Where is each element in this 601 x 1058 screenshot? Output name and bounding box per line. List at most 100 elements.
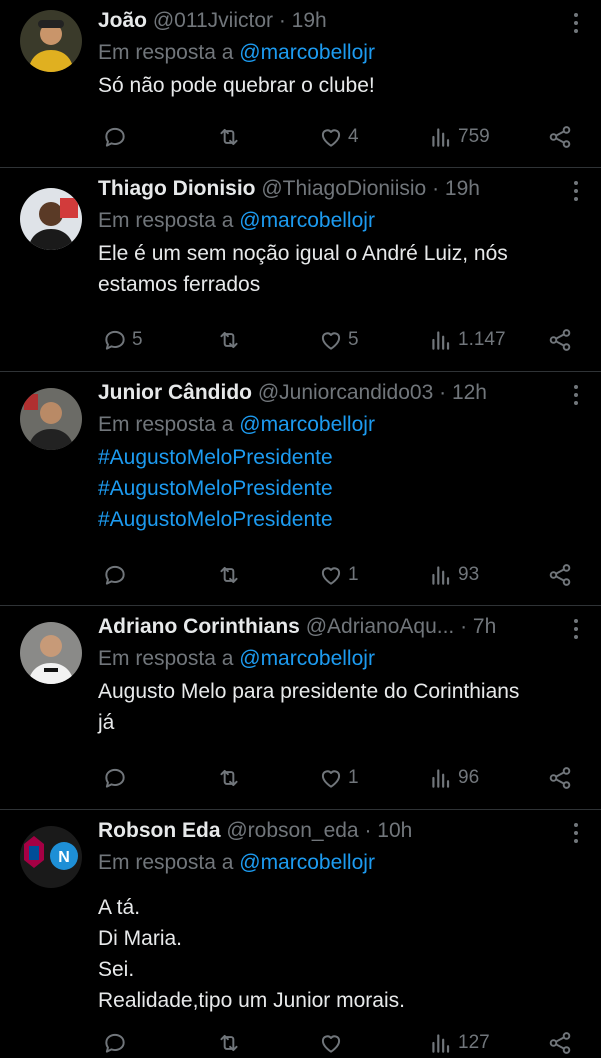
reply-icon bbox=[102, 765, 128, 791]
retweet-icon bbox=[216, 765, 242, 791]
like-button[interactable]: 1 bbox=[318, 560, 359, 590]
like-button[interactable]: 5 bbox=[318, 325, 359, 355]
tweet-text-line: Ele é um sem noção igual o André Luiz, n… bbox=[98, 242, 508, 265]
reply-context: Em resposta a @marcobellojr bbox=[98, 206, 587, 236]
tweet-actions: 1 93 bbox=[98, 560, 573, 590]
mention-link[interactable]: @marcobellojr bbox=[239, 851, 375, 874]
like-count: 1 bbox=[348, 767, 359, 788]
display-name[interactable]: Thiago Dionisio bbox=[98, 177, 256, 200]
display-name[interactable]: Junior Cândido bbox=[98, 381, 252, 404]
retweet-button[interactable] bbox=[216, 122, 242, 152]
views-button[interactable]: 93 bbox=[428, 560, 479, 590]
reply-button[interactable] bbox=[102, 763, 132, 793]
timestamp[interactable]: · 12h bbox=[439, 381, 487, 404]
tweet[interactable]: Thiago Dionisio @ThiagoDioniisio · 19h E… bbox=[0, 168, 601, 372]
share-icon bbox=[547, 562, 573, 588]
share-button[interactable] bbox=[547, 1028, 573, 1058]
tweet-text-line: estamos ferrados bbox=[98, 273, 261, 296]
handle[interactable]: @ThiagoDioniisio bbox=[261, 177, 426, 200]
handle[interactable]: @Juniorcandido03 bbox=[258, 381, 433, 404]
more-icon[interactable] bbox=[573, 12, 579, 34]
view-count: 127 bbox=[458, 1032, 490, 1053]
timestamp[interactable]: · 7h bbox=[460, 615, 496, 638]
like-icon bbox=[318, 1030, 344, 1056]
mention-link[interactable]: @marcobellojr bbox=[239, 209, 375, 232]
reply-icon bbox=[102, 1030, 128, 1056]
display-name[interactable]: Robson Eda bbox=[98, 819, 221, 842]
avatar[interactable] bbox=[20, 622, 82, 684]
tweet-text-line: Di Maria. bbox=[98, 927, 183, 950]
display-name[interactable]: João bbox=[98, 9, 147, 32]
more-icon[interactable] bbox=[573, 180, 579, 202]
handle[interactable]: @AdrianoAqu... bbox=[306, 615, 455, 638]
views-button[interactable]: 127 bbox=[428, 1028, 490, 1058]
reply-button[interactable] bbox=[102, 122, 132, 152]
retweet-button[interactable] bbox=[216, 560, 242, 590]
mention-link[interactable]: @marcobellojr bbox=[239, 41, 375, 64]
timestamp[interactable]: · 19h bbox=[432, 177, 480, 200]
tweet[interactable]: João @011Jviictor · 19h Em resposta a @m… bbox=[0, 0, 601, 168]
reply-label: Em resposta a bbox=[98, 209, 234, 232]
timestamp[interactable]: · 19h bbox=[279, 9, 327, 32]
retweet-icon bbox=[216, 327, 242, 353]
share-button[interactable] bbox=[547, 763, 573, 793]
like-button[interactable] bbox=[318, 1028, 348, 1058]
like-count: 5 bbox=[348, 329, 359, 350]
view-count: 96 bbox=[458, 767, 480, 788]
hashtag-link[interactable]: #AugustoMeloPresidente bbox=[98, 504, 587, 535]
share-button[interactable] bbox=[547, 122, 573, 152]
avatar[interactable]: N bbox=[20, 826, 82, 888]
retweet-button[interactable] bbox=[216, 1028, 242, 1058]
handle[interactable]: @011Jviictor bbox=[153, 9, 273, 32]
share-button[interactable] bbox=[547, 560, 573, 590]
retweet-icon bbox=[216, 562, 242, 588]
like-button[interactable]: 1 bbox=[318, 763, 359, 793]
tweet-text: Ele é um sem noção igual o André Luiz, n… bbox=[98, 238, 587, 300]
more-icon[interactable] bbox=[573, 822, 579, 844]
view-count: 759 bbox=[458, 126, 490, 147]
like-button[interactable]: 4 bbox=[318, 122, 359, 152]
avatar[interactable] bbox=[20, 388, 82, 450]
reply-button[interactable] bbox=[102, 560, 132, 590]
views-button[interactable]: 1.147 bbox=[428, 325, 506, 355]
tweet-text-line: A tá. bbox=[98, 896, 141, 919]
hashtag-link[interactable]: #AugustoMeloPresidente bbox=[98, 442, 587, 473]
reply-button[interactable] bbox=[102, 1028, 132, 1058]
mention-link[interactable]: @marcobellojr bbox=[239, 413, 375, 436]
tweet-header: Thiago Dionisio @ThiagoDioniisio · 19h bbox=[98, 174, 587, 204]
views-icon bbox=[428, 124, 454, 150]
mention-link[interactable]: @marcobellojr bbox=[239, 647, 375, 670]
tweet-actions: 4 759 bbox=[98, 122, 573, 152]
view-count: 93 bbox=[458, 564, 480, 585]
avatar[interactable] bbox=[20, 188, 82, 250]
views-icon bbox=[428, 1030, 454, 1056]
svg-text:N: N bbox=[58, 849, 70, 866]
share-icon bbox=[547, 765, 573, 791]
views-button[interactable]: 759 bbox=[428, 122, 490, 152]
hashtag-link[interactable]: #AugustoMeloPresidente bbox=[98, 473, 587, 504]
reply-label: Em resposta a bbox=[98, 41, 234, 64]
tweet-text-line: Sei. bbox=[98, 958, 135, 981]
tweet[interactable]: Junior Cândido @Juniorcandido03 · 12h Em… bbox=[0, 372, 601, 606]
reply-button[interactable]: 5 bbox=[102, 325, 143, 355]
tweet-actions: 127 bbox=[98, 1028, 573, 1058]
tweet-text-line: Augusto Melo para presidente do Corinthi… bbox=[98, 680, 520, 703]
reply-label: Em resposta a bbox=[98, 413, 234, 436]
share-button[interactable] bbox=[547, 325, 573, 355]
timestamp[interactable]: · 10h bbox=[364, 819, 412, 842]
reply-icon bbox=[102, 327, 128, 353]
views-button[interactable]: 96 bbox=[428, 763, 479, 793]
retweet-button[interactable] bbox=[216, 763, 242, 793]
tweet-actions: 1 96 bbox=[98, 763, 573, 793]
display-name[interactable]: Adriano Corinthians bbox=[98, 615, 300, 638]
handle[interactable]: @robson_eda bbox=[226, 819, 358, 842]
avatar[interactable] bbox=[20, 10, 82, 72]
more-icon[interactable] bbox=[573, 618, 579, 640]
tweet[interactable]: Adriano Corinthians @AdrianoAqu... · 7h … bbox=[0, 606, 601, 810]
tweet[interactable]: N Robson Eda @robson_eda · 10h Em respos… bbox=[0, 810, 601, 1058]
retweet-button[interactable] bbox=[216, 325, 242, 355]
tweet-text-line: já bbox=[98, 711, 115, 734]
tweet-header: Robson Eda @robson_eda · 10h bbox=[98, 816, 587, 846]
tweet-text: A tá. Di Maria. Sei. Realidade,tipo um J… bbox=[98, 892, 587, 1016]
more-icon[interactable] bbox=[573, 384, 579, 406]
